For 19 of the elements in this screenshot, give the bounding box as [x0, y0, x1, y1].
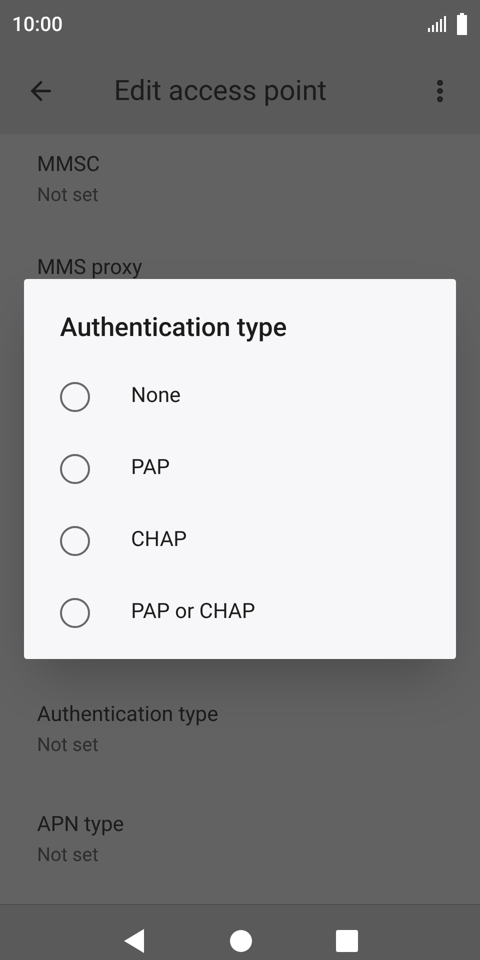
home-nav-icon[interactable]: [230, 930, 252, 952]
radio-button[interactable]: [60, 526, 90, 556]
status-time: 10:00: [12, 11, 63, 38]
setting-title: APN type: [37, 812, 125, 839]
screen-title: Edit access point: [114, 73, 327, 109]
radio-button[interactable]: [60, 454, 90, 484]
back-nav-icon[interactable]: [122, 928, 146, 954]
dialog-title: Authentication type: [60, 312, 288, 345]
option-label[interactable]: CHAP: [131, 525, 187, 557]
radio-button[interactable]: [60, 382, 90, 412]
radio-button[interactable]: [60, 598, 90, 628]
option-label[interactable]: None: [131, 381, 181, 413]
setting-title: Authentication type: [37, 702, 220, 729]
recents-nav-icon[interactable]: [336, 930, 358, 952]
setting-title: MMSC: [37, 152, 101, 179]
battery-icon: [456, 13, 468, 35]
signal-icon: [426, 14, 448, 34]
option-label[interactable]: PAP: [131, 453, 170, 485]
option-label[interactable]: PAP or CHAP: [131, 597, 256, 629]
